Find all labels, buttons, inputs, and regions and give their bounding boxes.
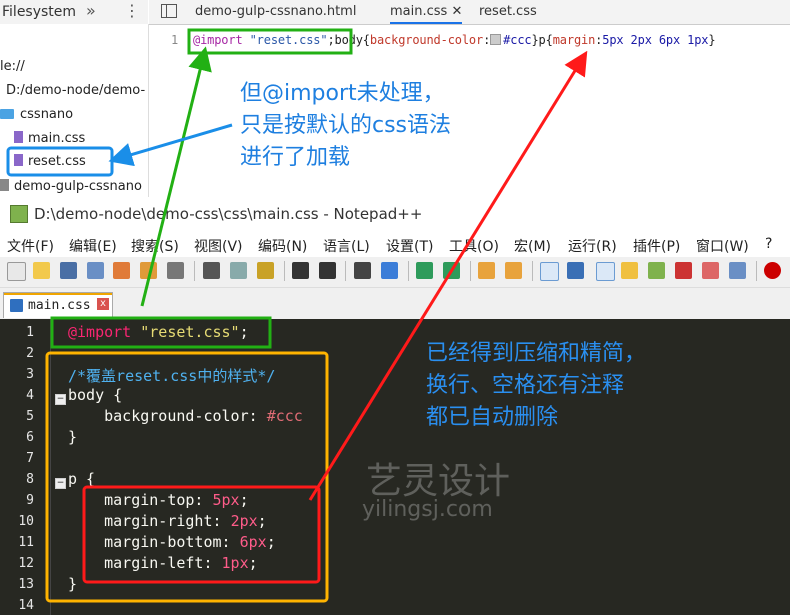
tab-main-css[interactable]: main.css ✕: [390, 4, 463, 24]
close-icon[interactable]: x: [97, 298, 109, 310]
menu-edit[interactable]: 编辑(E): [69, 236, 117, 256]
print-icon[interactable]: [167, 262, 184, 279]
tree-path[interactable]: D:/demo-node/demo-: [6, 83, 145, 98]
menu-encoding[interactable]: 编码(N): [258, 236, 307, 256]
new-file-icon[interactable]: [7, 262, 26, 281]
toggle-sidebar-icon[interactable]: [161, 4, 177, 18]
code-line-3: /*覆盖reset.css中的样式*/: [68, 367, 276, 385]
annotation-right-line1: 已经得到压缩和精简，: [426, 341, 647, 366]
code-line-1: @import "reset.css";: [68, 323, 249, 341]
annotation-blue-line1: 但@import未处理，: [240, 81, 445, 106]
menu-tools[interactable]: 工具(O): [449, 236, 499, 256]
window-titlebar: D:\demo-node\demo-css\css\main.css - Not…: [0, 197, 790, 231]
tree-root[interactable]: le://: [0, 59, 25, 74]
annotation-right-line2: 换行、空格还有注释: [426, 373, 625, 398]
save-icon[interactable]: [60, 262, 77, 279]
tree-folder-cssnano[interactable]: cssnano: [0, 107, 73, 122]
tab-label: main.css: [28, 298, 91, 313]
tab-main-css-npp[interactable]: main.css x: [3, 292, 113, 318]
file-icon: [14, 131, 23, 143]
annotation-right-line3: 都已自动删除: [426, 405, 559, 430]
code-line-9: margin-top: 5px;: [104, 491, 249, 509]
menu-help[interactable]: ?: [765, 236, 772, 252]
color-swatch[interactable]: [490, 34, 502, 45]
udl-icon[interactable]: [621, 262, 638, 279]
file-icon: [0, 179, 9, 191]
tab-demo-html[interactable]: demo-gulp-cssnano.html: [195, 4, 356, 19]
menu-window[interactable]: 窗口(W): [696, 236, 749, 256]
zoom-out-icon[interactable]: [443, 262, 460, 279]
doc-map-icon[interactable]: [648, 262, 665, 279]
file-tree: le:// D:/demo-node/demo- cssnano main.cs…: [0, 24, 149, 197]
copy-icon[interactable]: [230, 262, 247, 279]
annotation-blue-line2: 只是按默认的css语法: [240, 113, 452, 138]
menu-search[interactable]: 搜索(S): [131, 236, 179, 256]
cut-icon[interactable]: [203, 262, 220, 279]
fold-marker-body[interactable]: −: [55, 394, 66, 405]
undo-icon[interactable]: [292, 262, 309, 279]
code-line-12: margin-left: 1px;: [104, 554, 258, 572]
tree-folder-demo[interactable]: demo-gulp-cssnano: [0, 179, 142, 194]
show-all-chars-icon[interactable]: [567, 262, 584, 279]
menu-file[interactable]: 文件(F): [7, 236, 54, 256]
notepadpp-window: D:\demo-node\demo-css\css\main.css - Not…: [0, 197, 790, 615]
monitoring-icon[interactable]: [729, 262, 746, 279]
word-wrap-icon[interactable]: [540, 262, 559, 281]
zoom-in-icon[interactable]: [416, 262, 433, 279]
line-number: 1: [171, 33, 179, 47]
window-title: D:\demo-node\demo-css\css\main.css - Not…: [34, 205, 423, 223]
active-tab-bar: [4, 293, 112, 295]
tree-file-main[interactable]: main.css: [14, 131, 85, 146]
tab-reset-css[interactable]: reset.css: [479, 4, 537, 19]
menu-run[interactable]: 运行(R): [568, 236, 617, 256]
redo-icon[interactable]: [319, 262, 336, 279]
code-line-10: margin-right: 2px;: [104, 512, 267, 530]
close-icon[interactable]: ✕: [451, 4, 462, 19]
menu-settings[interactable]: 设置(T): [386, 236, 433, 256]
code-line-8: p {: [68, 470, 96, 488]
function-list-icon[interactable]: [675, 262, 692, 279]
close-file-icon[interactable]: [113, 262, 130, 279]
filesystem-header: Filesystem » ⋮: [0, 0, 148, 25]
fold-marker-p[interactable]: −: [55, 478, 66, 489]
record-macro-icon[interactable]: [764, 262, 781, 279]
sync-h-icon[interactable]: [505, 262, 522, 279]
indent-guide-icon[interactable]: [596, 262, 615, 281]
folder-icon: [0, 109, 14, 119]
code-line-13: }: [68, 575, 78, 593]
menu-view[interactable]: 视图(V): [194, 236, 243, 256]
file-icon: [14, 154, 23, 166]
save-state-icon: [10, 299, 23, 312]
minified-code-line: @import "reset.css";body{background-colo…: [193, 33, 716, 47]
editor-tabbar: demo-gulp-cssnano.html main.css ✕ reset.…: [149, 0, 790, 25]
code-line-4: body {: [68, 386, 123, 404]
replace-icon[interactable]: [381, 262, 398, 279]
code-line-5: background-color: #ccc: [104, 407, 303, 425]
tree-file-reset[interactable]: reset.css: [14, 154, 86, 169]
notepad-app-icon: [10, 205, 28, 223]
code-line-6: }: [68, 428, 78, 446]
folder-workspace-icon[interactable]: [702, 262, 719, 279]
menu-macro[interactable]: 宏(M): [514, 236, 551, 256]
code-line-11: margin-bottom: 6px;: [104, 533, 276, 551]
save-all-icon[interactable]: [87, 262, 104, 279]
document-tabs: main.css x: [0, 289, 790, 319]
find-icon[interactable]: [354, 262, 371, 279]
paste-icon[interactable]: [257, 262, 274, 279]
menubar: 文件(F) 编辑(E) 搜索(S) 视图(V) 编码(N) 语言(L) 设置(T…: [0, 231, 790, 257]
annotation-blue-line3: 进行了加载: [240, 145, 351, 170]
menu-language[interactable]: 语言(L): [323, 236, 370, 256]
sync-v-icon[interactable]: [478, 262, 495, 279]
close-all-icon[interactable]: [140, 262, 157, 279]
menu-dots-icon[interactable]: ⋮: [124, 1, 140, 20]
menu-plugins[interactable]: 插件(P): [633, 236, 680, 256]
toolbar: [0, 257, 790, 288]
open-file-icon[interactable]: [33, 262, 50, 279]
more-tabs-icon[interactable]: »: [86, 1, 96, 20]
filesystem-label[interactable]: Filesystem: [2, 4, 76, 20]
watermark-url: yilingsj.com: [362, 497, 493, 522]
